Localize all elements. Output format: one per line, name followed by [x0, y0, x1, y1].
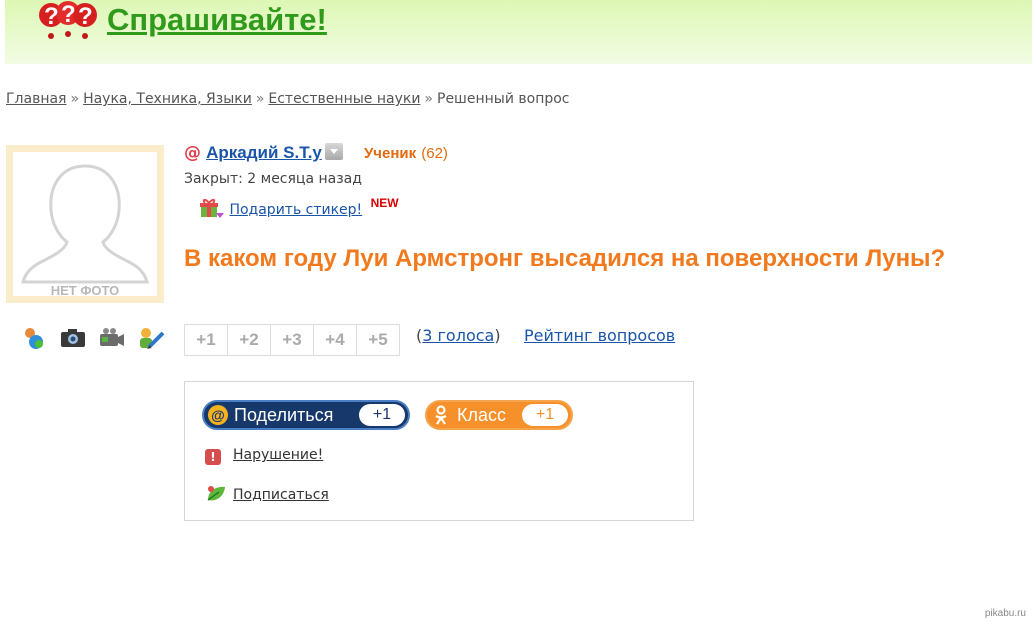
ok-class-count: +1 — [522, 404, 568, 426]
breadcrumb-separator: » — [255, 91, 265, 107]
person-silhouette-icon — [21, 164, 149, 284]
subscribe-link[interactable]: Подписаться — [233, 487, 329, 503]
breadcrumb-separator: » — [424, 91, 433, 107]
new-badge: NEW — [370, 196, 399, 210]
breadcrumb-natural-sciences[interactable]: Естественные науки — [268, 91, 420, 107]
vote-plus-1-button[interactable]: +1 — [184, 324, 228, 356]
vote-plus-4-button[interactable]: +4 — [313, 324, 357, 356]
photo-camera-icon[interactable] — [59, 326, 87, 350]
svg-text:?: ? — [44, 3, 59, 30]
share-panel: @ Поделиться +1 Класс +1 ! Нарушение! Под… — [184, 381, 694, 521]
friends-icon[interactable] — [20, 326, 48, 350]
video-camera-icon[interactable] — [98, 326, 126, 350]
user-points: (62) — [421, 145, 448, 162]
breadcrumb-separator: » — [70, 91, 80, 107]
gift-icon — [200, 199, 224, 218]
profile-icons — [20, 326, 171, 354]
subscribe: Подписаться — [205, 484, 329, 504]
site-logo-link[interactable]: Спрашивайте! — [107, 2, 327, 38]
svg-text:?: ? — [78, 3, 93, 30]
breadcrumb: Главная» Наука, Техника, Языки» Естественн… — [6, 91, 570, 107]
votes-close-paren: ) — [494, 326, 501, 345]
site-header: ? ? ? Спрашивайте! — [5, 0, 1032, 64]
warning-icon: ! — [205, 449, 221, 465]
gift-sticker: Подарить стикер! NEW — [199, 196, 399, 219]
blog-pencil-icon[interactable] — [137, 326, 165, 350]
mail-at-icon: @ — [208, 405, 228, 425]
avatar[interactable]: НЕТ ФОТО — [6, 145, 164, 303]
user-rank: Ученик — [363, 145, 417, 162]
vote-buttons: +1 +2 +3 +4 +5 — [184, 324, 400, 356]
closed-status: Закрыт: 2 месяца назад — [184, 171, 362, 187]
vote-plus-2-button[interactable]: +2 — [227, 324, 271, 356]
user-info: @ Аркадий S.T.y Ученик (62) — [184, 143, 448, 163]
breadcrumb-current: Решенный вопрос — [437, 91, 570, 107]
questions-rating-link[interactable]: Рейтинг вопросов — [524, 326, 675, 345]
mail-share-button[interactable]: @ Поделиться +1 — [202, 400, 410, 430]
report-violation: ! Нарушение! — [205, 447, 323, 465]
mail-at-icon: @ — [184, 143, 201, 163]
report-violation-link[interactable]: Нарушение! — [233, 447, 323, 463]
vote-plus-5-button[interactable]: +5 — [356, 324, 400, 356]
user-name-link[interactable]: Аркадий S.T.y — [206, 143, 322, 162]
svg-text:?: ? — [61, 1, 76, 28]
breadcrumb-science[interactable]: Наука, Техника, Языки — [83, 91, 252, 107]
dropdown-arrow-icon[interactable] — [324, 143, 343, 160]
mail-share-label: Поделиться — [234, 404, 334, 425]
vote-plus-3-button[interactable]: +3 — [270, 324, 314, 356]
ok-class-button[interactable]: Класс +1 — [425, 400, 573, 430]
watermark: pikabu.ru — [984, 608, 1026, 619]
question-title: В каком году Луи Армстронг высадился на … — [184, 245, 946, 272]
no-photo-label: НЕТ ФОТО — [50, 283, 120, 298]
votes-count: (3 голоса) — [416, 326, 501, 345]
gift-sticker-link[interactable]: Подарить стикер! — [229, 202, 362, 218]
ok-class-label: Класс — [457, 404, 506, 425]
breadcrumb-home[interactable]: Главная — [6, 91, 66, 107]
votes-count-link[interactable]: 3 голоса — [422, 326, 494, 345]
question-marks-icon[interactable]: ? ? ? — [33, 0, 99, 42]
avatar-placeholder: НЕТ ФОТО — [13, 152, 157, 298]
odnoklassniki-icon — [431, 405, 451, 425]
subscribe-leaf-icon — [205, 484, 227, 504]
mail-share-count: +1 — [359, 404, 405, 426]
